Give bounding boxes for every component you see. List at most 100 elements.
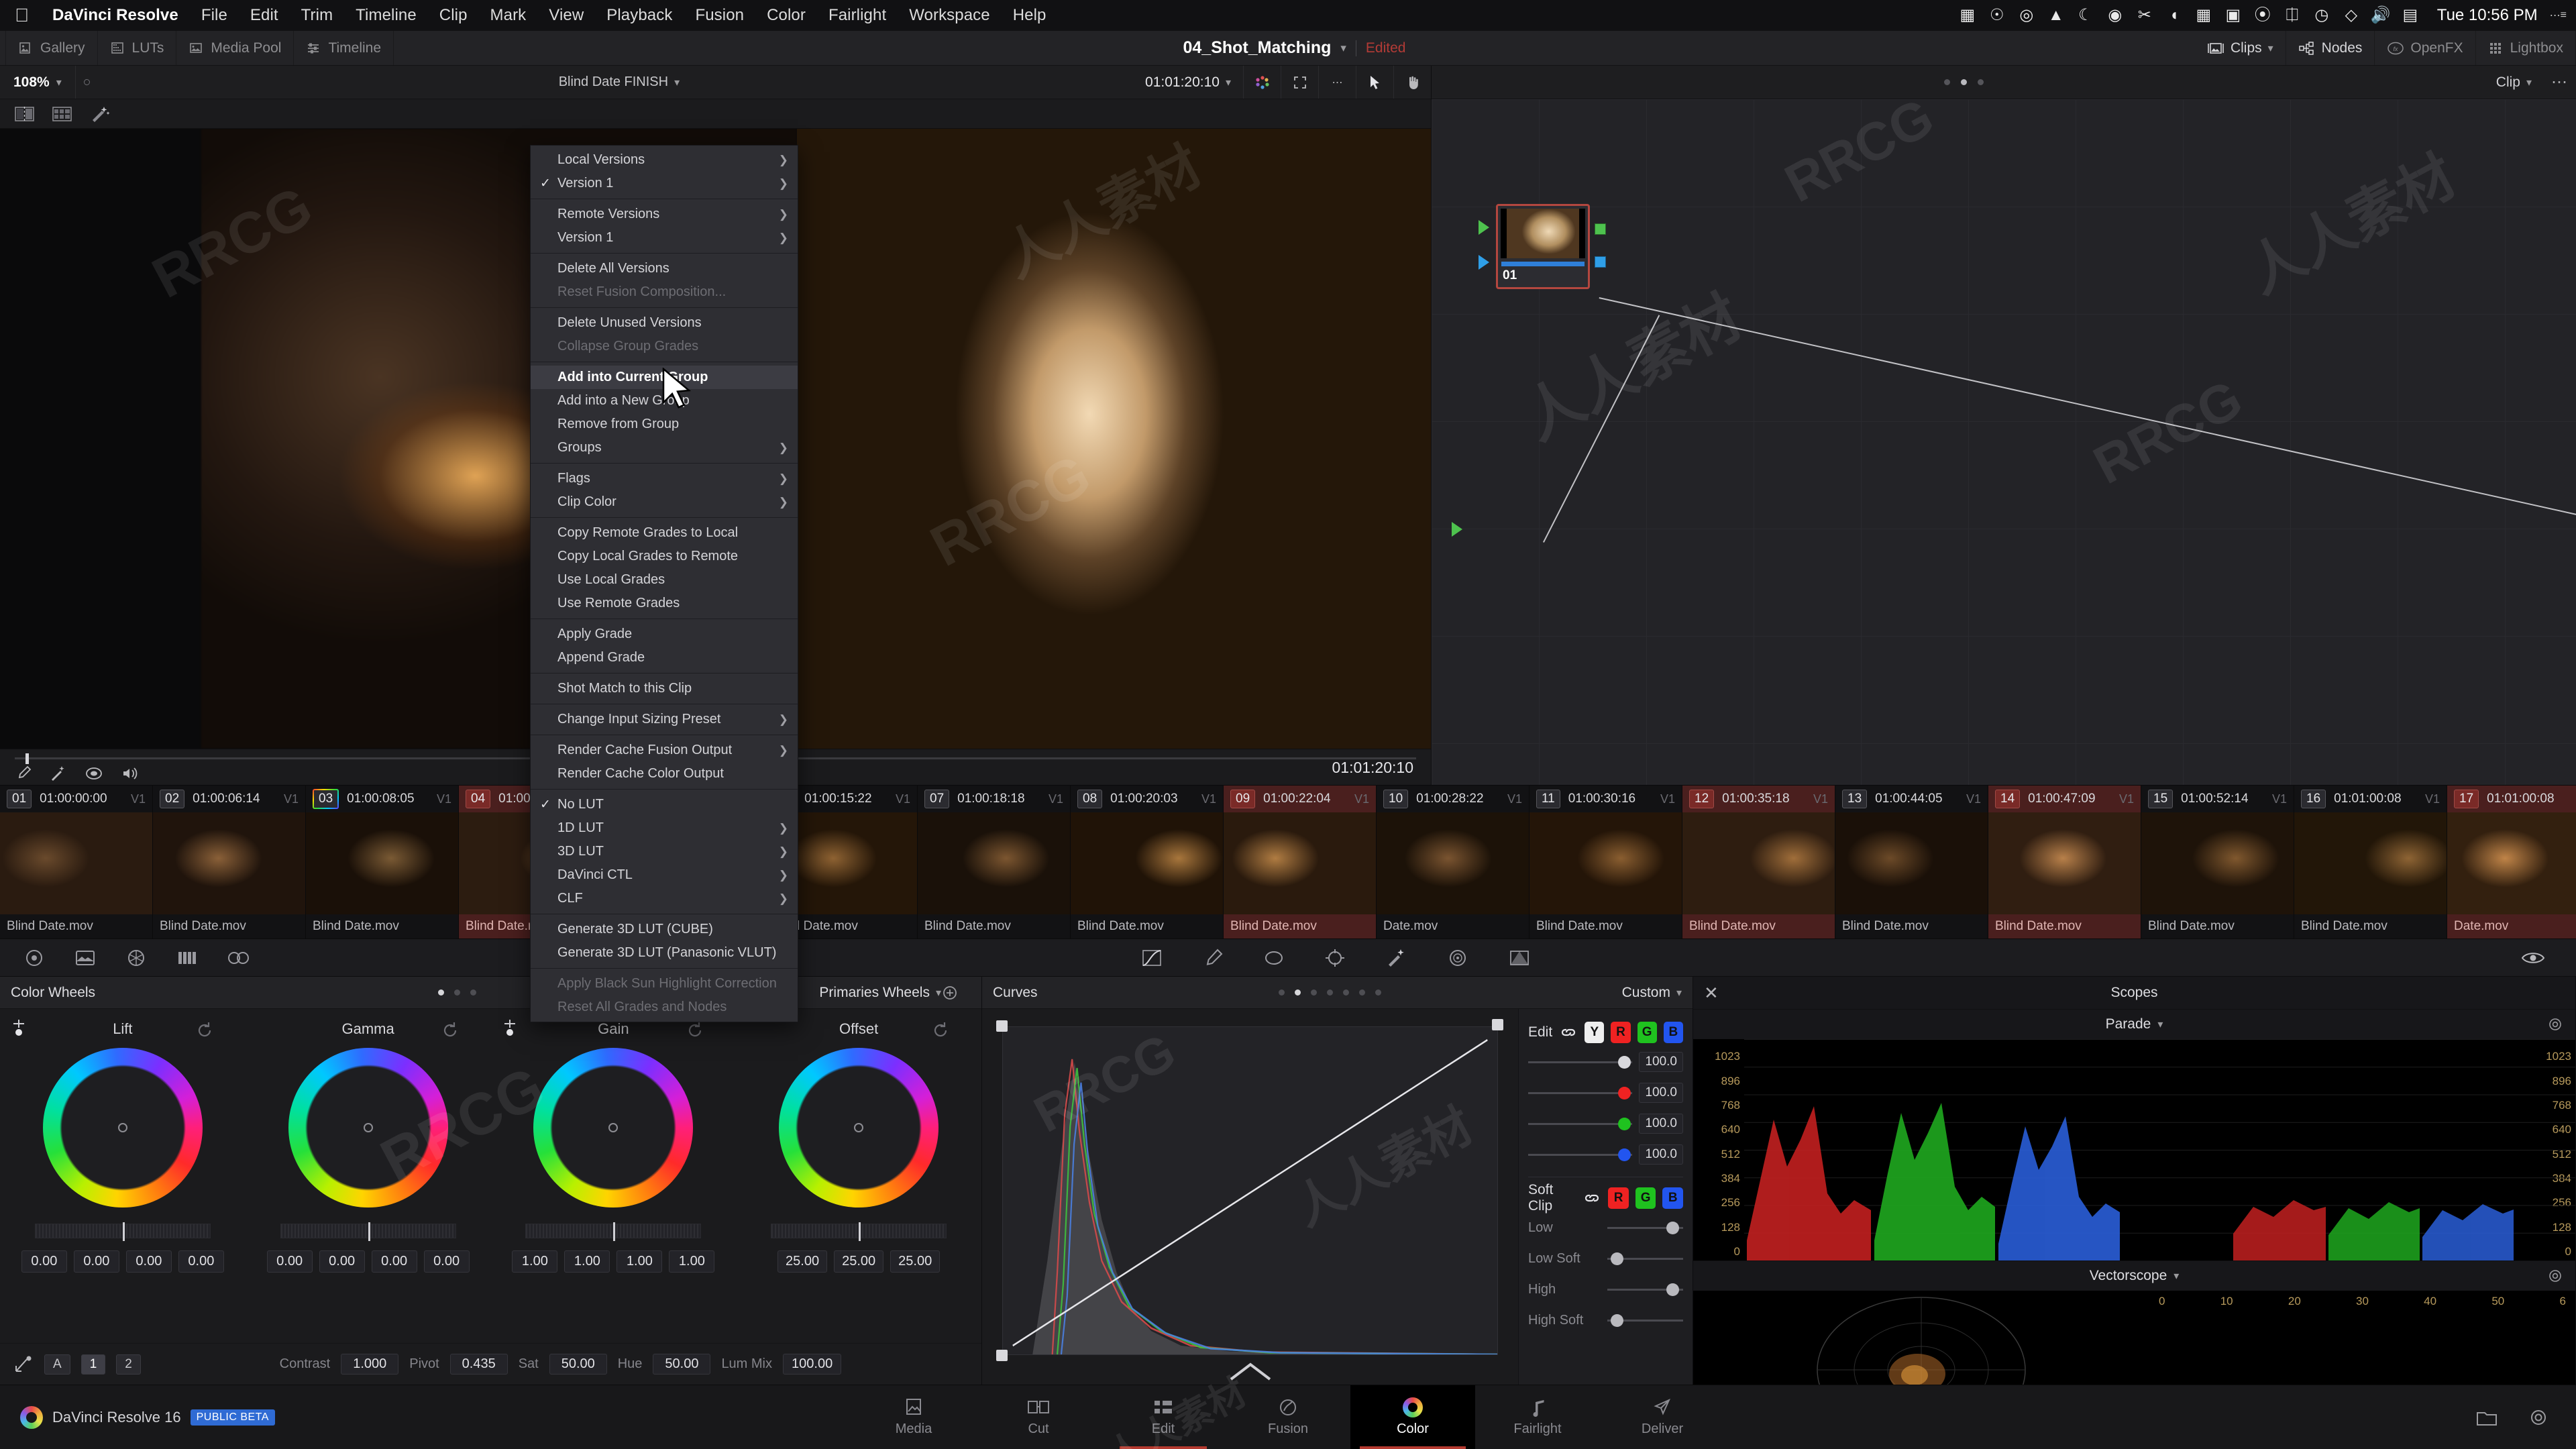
timeline-clip-thumbnail-wrap[interactable] xyxy=(1071,812,1223,914)
color-wheel-ring[interactable] xyxy=(779,1048,939,1208)
context-menu-item[interactable]: CLF ❯ xyxy=(531,887,798,910)
mask-icon[interactable] xyxy=(85,765,103,782)
volume-icon[interactable]: 🔊 xyxy=(2366,7,2396,23)
more-options-icon[interactable]: ⋯ xyxy=(1318,66,1356,99)
menu-item-edit[interactable]: Edit xyxy=(239,6,290,25)
link-icon[interactable] xyxy=(1559,1024,1578,1040)
node-output-port[interactable] xyxy=(1595,223,1606,235)
color-wheel-value-field[interactable]: 1.00 xyxy=(512,1250,558,1273)
timeline-clip[interactable]: 01 01:00:00:00 V1 Blind Date.mov xyxy=(0,786,153,938)
audio-icon[interactable] xyxy=(121,765,138,782)
context-menu-item[interactable]: Flags ❯ xyxy=(531,467,798,490)
context-menu-item[interactable]: Use Remote Grades xyxy=(531,592,798,615)
context-menu-item[interactable]: Shot Match to this Clip xyxy=(531,677,798,700)
context-menu-item[interactable]: ✓ No LUT xyxy=(531,793,798,816)
power-window-icon[interactable] xyxy=(1263,948,1285,968)
timeline-clip[interactable]: 14 01:00:47:09 V1 Blind Date.mov xyxy=(1988,786,2141,938)
curves-channel-b-button[interactable]: B xyxy=(1663,1022,1683,1043)
chevron-down-icon[interactable]: ▾ xyxy=(2174,1269,2179,1283)
curves-page-dots[interactable] xyxy=(1038,989,1622,996)
reset-icon[interactable] xyxy=(440,1020,460,1040)
menu-item-playback[interactable]: Playback xyxy=(595,6,684,25)
menu-item-fairlight[interactable]: Fairlight xyxy=(817,6,898,25)
reset-icon[interactable] xyxy=(685,1020,705,1040)
curves-edit-slider-knob[interactable] xyxy=(1617,1148,1631,1161)
page-tab-deliver[interactable]: Deliver xyxy=(1600,1385,1725,1449)
page-dot-2[interactable] xyxy=(1294,989,1301,996)
soft-clip-slider-knob[interactable] xyxy=(1666,1221,1680,1234)
menu-item-mark[interactable]: Mark xyxy=(479,6,538,25)
toolbar-luts-button[interactable]: LUTs xyxy=(98,31,177,65)
toolbar-lightbox-button[interactable]: Lightbox xyxy=(2476,31,2576,65)
viewer-timecode[interactable]: 01:01:20:10 ▾ xyxy=(1133,74,1243,91)
toolbar-media-pool-button[interactable]: Media Pool xyxy=(176,31,294,65)
color-bars-icon[interactable] xyxy=(176,948,199,968)
context-menu-item[interactable]: 3D LUT ❯ xyxy=(531,840,798,863)
context-menu-item[interactable]: Copy Remote Grades to Local xyxy=(531,521,798,545)
macos-clock[interactable]: Tue 10:56 PM xyxy=(2429,6,2550,25)
context-menu-item[interactable]: Version 1 ❯ xyxy=(531,226,798,250)
arrow-updown-icon[interactable]: ☉ xyxy=(1982,7,2012,23)
page-1-button[interactable]: 1 xyxy=(80,1354,106,1375)
color-wheel-value-field[interactable]: 25.00 xyxy=(834,1250,884,1273)
color-wheel-value-field[interactable]: 0.00 xyxy=(371,1250,417,1273)
split-screen-icon[interactable] xyxy=(15,106,35,122)
color-wheel-handle[interactable] xyxy=(363,1123,373,1132)
timeline-clip-number[interactable]: 03 xyxy=(313,789,339,809)
key-icon[interactable] xyxy=(1508,948,1531,968)
footer-field-value[interactable]: 0.435 xyxy=(449,1354,508,1375)
timeline-clip-number[interactable]: 01 xyxy=(7,790,32,808)
ellipsis-icon[interactable]: ⋯ xyxy=(2550,9,2561,22)
menu-item-color[interactable]: Color xyxy=(755,6,817,25)
footer-field-value[interactable]: 50.00 xyxy=(549,1354,607,1375)
curves-edit-slider-value[interactable]: 100.0 xyxy=(1639,1114,1683,1134)
timeline-clip-number[interactable]: 17 xyxy=(2454,790,2479,808)
page-dot-7[interactable] xyxy=(1375,989,1381,996)
close-icon[interactable]: ✕ xyxy=(1704,983,1719,1004)
context-menu-item[interactable]: Copy Local Grades to Remote xyxy=(531,545,798,568)
curves-edit-slider-track[interactable] xyxy=(1528,1117,1633,1130)
context-menu-item[interactable]: Delete Unused Versions xyxy=(531,311,798,335)
color-wheels-icon[interactable] xyxy=(125,948,148,968)
timeline-clip-number[interactable]: 09 xyxy=(1230,790,1256,808)
context-menu-item[interactable]: Local Versions ❯ xyxy=(531,148,798,172)
curves-edit-slider-track[interactable] xyxy=(1528,1055,1633,1069)
curves-graph[interactable]: RRCG 人人素材 xyxy=(996,1019,1503,1361)
toolbar-nodes-button[interactable]: Nodes xyxy=(2286,31,2375,65)
qualifier-icon[interactable] xyxy=(1202,948,1224,968)
node-source-rgb-input[interactable] xyxy=(1479,220,1489,235)
node-source-key-input[interactable] xyxy=(1479,255,1489,270)
toolbar-timeline-button[interactable]: Timeline xyxy=(294,31,394,65)
timeline-clip-number[interactable]: 13 xyxy=(1842,790,1868,808)
timeline-clip-number[interactable]: 08 xyxy=(1077,790,1103,808)
curves-channel-g-button[interactable]: G xyxy=(1637,1022,1657,1043)
soft-clip-slider-knob[interactable] xyxy=(1610,1252,1623,1265)
add-version-icon[interactable] xyxy=(941,984,971,1002)
node-scope-selector[interactable]: Clip ▾ xyxy=(2496,74,2542,91)
timeline-clip-number[interactable]: 12 xyxy=(1689,790,1715,808)
context-menu-item[interactable]: Generate 3D LUT (CUBE) xyxy=(531,918,798,941)
color-wheel-master-slider[interactable] xyxy=(34,1222,211,1241)
vectorscope-header[interactable]: Vectorscope ▾ xyxy=(1693,1261,2575,1291)
blur-icon[interactable] xyxy=(1446,948,1469,968)
page-tab-media[interactable]: Media xyxy=(851,1385,976,1449)
color-wheel-value-field[interactable]: 0.00 xyxy=(178,1250,224,1273)
curves-icon[interactable] xyxy=(1140,948,1163,968)
color-wheel-ring[interactable] xyxy=(42,1048,203,1208)
menu-item-clip[interactable]: Clip xyxy=(428,6,479,25)
target-icon[interactable]: ◎ xyxy=(2012,7,2041,23)
color-wheel-value-field[interactable]: 0.00 xyxy=(73,1250,119,1273)
toolbar-openfx-button[interactable]: fx OpenFX xyxy=(2375,31,2476,65)
curves-edit-slider-knob[interactable] xyxy=(1617,1086,1631,1099)
menu-item-help[interactable]: Help xyxy=(1002,6,1058,25)
page-dot-5[interactable] xyxy=(1342,989,1349,996)
timeline-clip[interactable]: 11 01:00:30:16 V1 Blind Date.mov xyxy=(1529,786,1682,938)
wand-icon[interactable] xyxy=(50,765,67,782)
curves-edit-slider-knob[interactable] xyxy=(1617,1117,1631,1130)
picker-icon[interactable] xyxy=(15,765,32,782)
timeline-clip-thumbnail-wrap[interactable] xyxy=(1835,812,1988,914)
color-match-icon[interactable] xyxy=(74,948,97,968)
chevron-down-icon[interactable]: ▾ xyxy=(1340,42,1346,55)
pointer-tool-icon[interactable] xyxy=(1356,66,1393,99)
menu-item-davinci-resolve[interactable]: DaVinci Resolve xyxy=(41,6,190,25)
